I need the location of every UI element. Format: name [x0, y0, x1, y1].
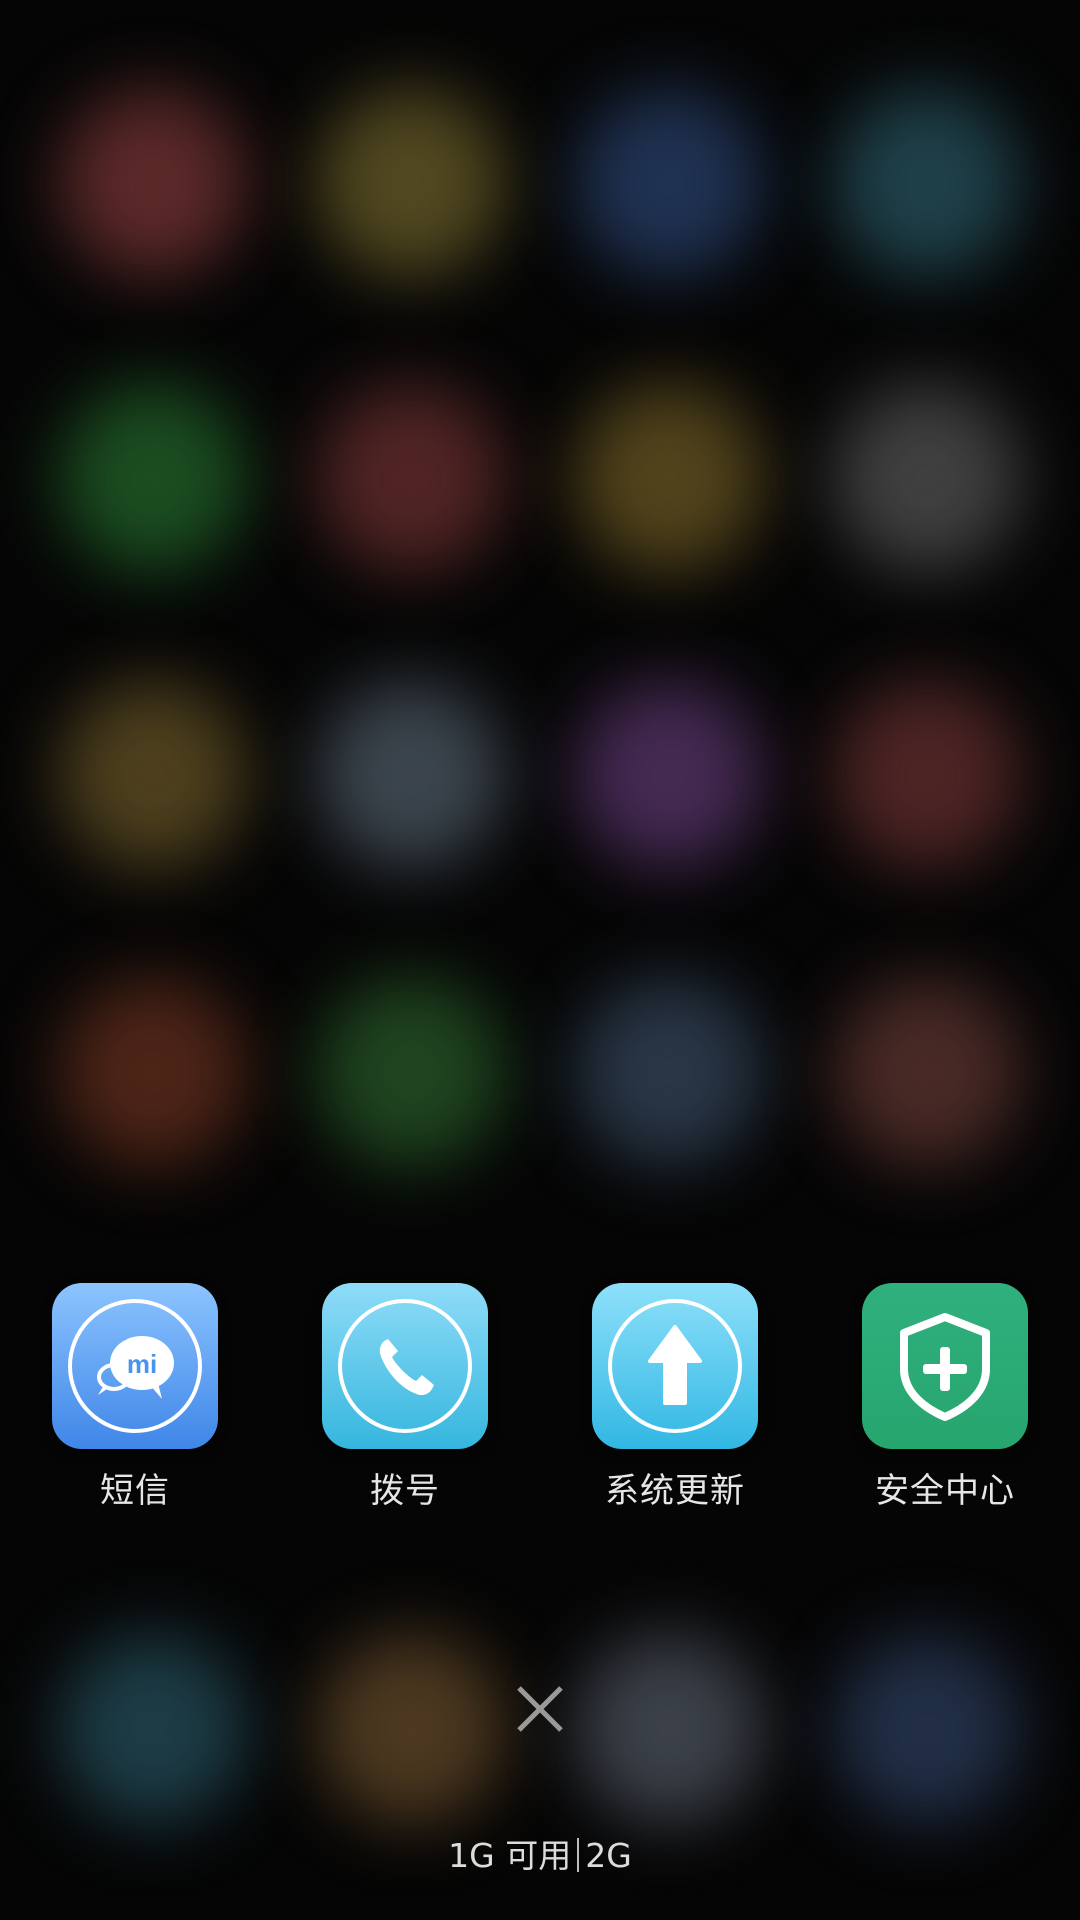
blurred-app-icon	[832, 383, 1022, 573]
mi-message-icon: mi	[52, 1283, 218, 1449]
blurred-app-icon	[58, 1634, 248, 1824]
svg-text:mi: mi	[127, 1349, 157, 1379]
blurred-app-icon	[58, 977, 248, 1167]
blurred-app-icon	[316, 88, 506, 278]
blurred-app-icon	[58, 680, 248, 870]
memory-separator	[577, 1838, 580, 1872]
close-icon	[517, 1686, 563, 1732]
app-label-system-update: 系统更新	[605, 1471, 745, 1511]
recent-apps-screen: mi 短信 拨号 系统更新 安全中心 1G 可用 2G	[0, 0, 1080, 1920]
blurred-app-icon	[832, 1634, 1022, 1824]
phone-icon	[322, 1283, 488, 1449]
blurred-app-icon	[832, 88, 1022, 278]
blurred-app-icon	[574, 88, 764, 278]
blurred-app-icon	[574, 383, 764, 573]
blurred-app-icon	[574, 977, 764, 1167]
recent-app-system-update[interactable]: 系统更新	[565, 1283, 785, 1511]
blurred-app-icon	[316, 383, 506, 573]
blurred-app-icon	[58, 88, 248, 278]
blurred-app-icon	[316, 680, 506, 870]
recent-app-dialer[interactable]: 拨号	[295, 1283, 515, 1511]
blurred-app-icon	[574, 680, 764, 870]
blurred-app-icon	[316, 1634, 506, 1824]
blurred-app-icon	[832, 977, 1022, 1167]
clear-all-button[interactable]	[511, 1680, 569, 1738]
memory-status: 1G 可用 2G	[0, 1836, 1080, 1876]
blurred-app-icon	[316, 977, 506, 1167]
app-label-security-center: 安全中心	[875, 1471, 1015, 1511]
recent-app-security-center[interactable]: 安全中心	[835, 1283, 1055, 1511]
blurred-home-background	[0, 0, 1080, 1920]
blurred-app-icon	[832, 680, 1022, 870]
recent-apps-row: mi 短信 拨号 系统更新 安全中心	[0, 1283, 1080, 1523]
recent-app-messages[interactable]: mi 短信	[25, 1283, 245, 1511]
app-label-messages: 短信	[100, 1471, 170, 1511]
app-label-dialer: 拨号	[370, 1471, 440, 1511]
memory-total: 2G	[585, 1836, 632, 1875]
memory-available: 1G 可用	[448, 1836, 572, 1875]
upload-arrow-icon	[592, 1283, 758, 1449]
shield-plus-icon	[862, 1283, 1028, 1449]
blurred-app-icon	[574, 1634, 764, 1824]
blurred-app-icon	[58, 383, 248, 573]
